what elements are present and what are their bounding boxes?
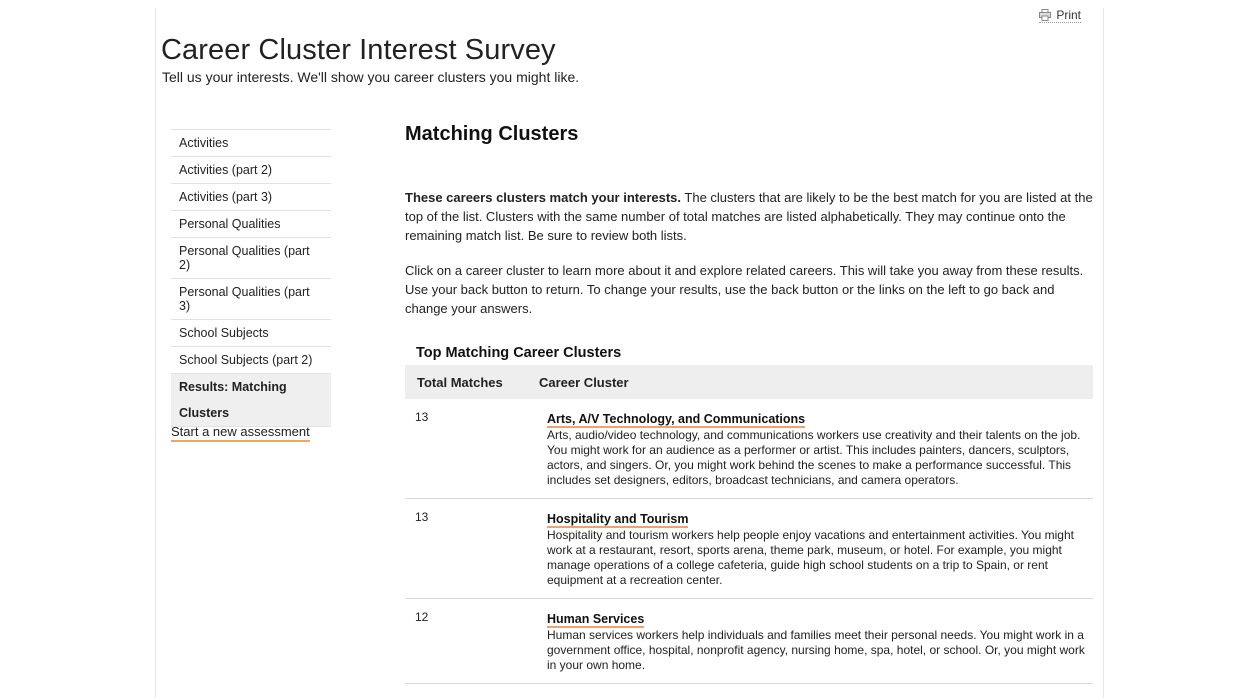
table-row: 12 Human Services Human services workers…: [405, 599, 1093, 684]
table-title: Top Matching Career Clusters: [416, 345, 622, 361]
cluster-description: Human services workers help individuals …: [547, 628, 1085, 672]
intro-bold: These careers clusters match your intere…: [405, 190, 682, 205]
sidebar-item-activities-part2[interactable]: Activities (part 2): [171, 156, 331, 183]
section-heading: Matching Clusters: [405, 123, 579, 145]
match-count: 12: [415, 610, 429, 624]
page-container: Print Career Cluster Interest Survey Tel…: [155, 8, 1104, 698]
match-count: 13: [415, 410, 429, 424]
sidebar-item-activities-part3[interactable]: Activities (part 3): [171, 183, 331, 210]
page-subtitle: Tell us your interests. We'll show you c…: [162, 69, 580, 85]
table-row: 13 Hospitality and Tourism Hospitality a…: [405, 499, 1093, 599]
sidebar-item-personal-qualities-part3[interactable]: Personal Qualities (part 3): [171, 278, 331, 319]
page-title: Career Cluster Interest Survey: [161, 34, 556, 66]
cluster-link[interactable]: Human Services: [547, 613, 645, 628]
header-career-cluster: Career Cluster: [539, 374, 629, 390]
intro-paragraph: These careers clusters match your intere…: [405, 188, 1093, 245]
print-link[interactable]: Print: [1039, 8, 1081, 23]
instructions-paragraph: Click on a career cluster to learn more …: [405, 263, 1084, 316]
sidebar-item-activities[interactable]: Activities: [171, 129, 331, 156]
cluster-description: Arts, audio/video technology, and commun…: [547, 428, 1081, 487]
sidebar-item-school-subjects-part2[interactable]: School Subjects (part 2): [171, 346, 331, 373]
cluster-link[interactable]: Arts, A/V Technology, and Communications: [547, 413, 806, 428]
print-label: Print: [1056, 8, 1081, 22]
match-count: 13: [415, 510, 429, 524]
printer-icon: [1039, 9, 1052, 21]
table-row: 13 Arts, A/V Technology, and Communicati…: [405, 399, 1093, 499]
sidebar-item-school-subjects[interactable]: School Subjects: [171, 319, 331, 346]
header-total-matches: Total Matches: [417, 374, 503, 390]
table-header: Total Matches Career Cluster: [405, 365, 1093, 399]
main-content: Matching Clusters These careers clusters…: [405, 123, 1093, 684]
start-new-assessment-link[interactable]: Start a new assessment: [171, 424, 310, 442]
sidebar-nav: Activities Activities (part 2) Activitie…: [171, 129, 331, 427]
sidebar-item-results[interactable]: Results: Matching Clusters: [171, 373, 331, 427]
cluster-link[interactable]: Hospitality and Tourism: [547, 513, 689, 528]
cluster-description: Hospitality and tourism workers help peo…: [547, 528, 1074, 587]
sidebar-item-personal-qualities[interactable]: Personal Qualities: [171, 210, 331, 237]
sidebar-item-personal-qualities-part2[interactable]: Personal Qualities (part 2): [171, 237, 331, 278]
clusters-table: Total Matches Career Cluster 13 Arts, A/…: [405, 365, 1093, 684]
